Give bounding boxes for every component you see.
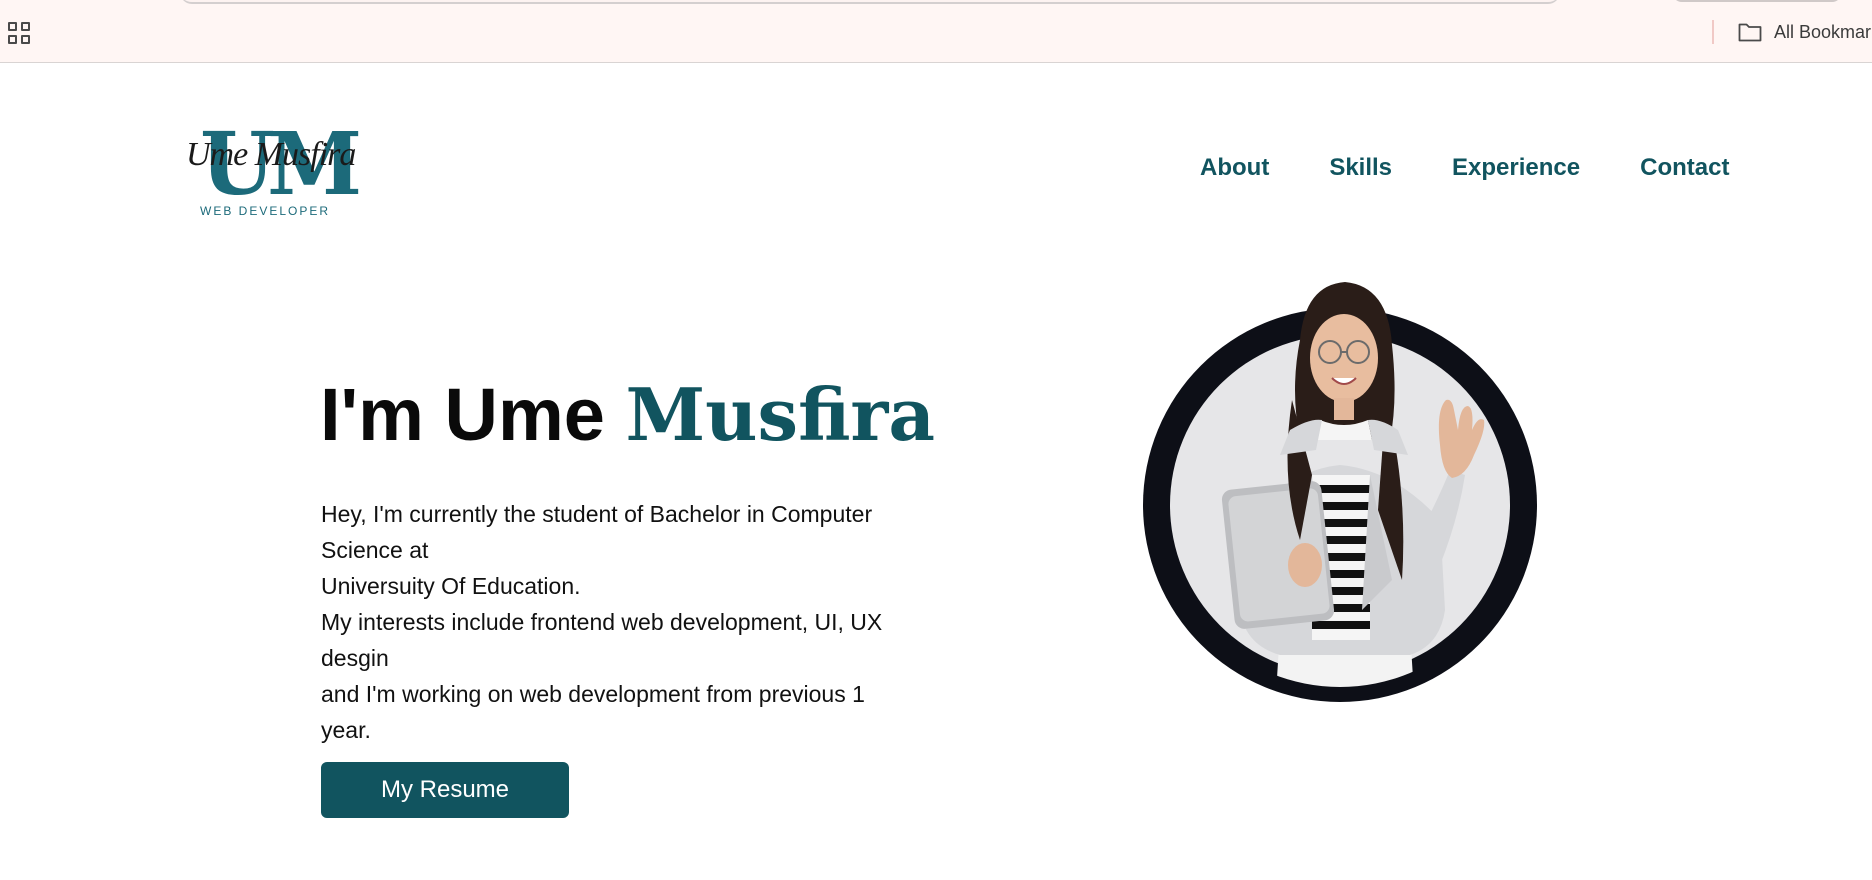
profile-button-edge[interactable] (1672, 0, 1842, 2)
intro-line: Hey, I'm currently the student of Bachel… (321, 501, 873, 563)
hero-name-accent: Musfira (625, 372, 935, 457)
all-bookmarks-button[interactable]: All Bookmar (1738, 18, 1871, 46)
nav-skills[interactable]: Skills (1329, 154, 1392, 182)
hero-intro: Hey, I'm currently the student of Bachel… (321, 496, 921, 748)
nav-about[interactable]: About (1200, 154, 1269, 182)
nav-experience[interactable]: Experience (1452, 154, 1580, 182)
intro-line: My interests include frontend web develo… (321, 609, 883, 671)
logo-tagline: WEB DEVELOPER (200, 204, 331, 218)
site-logo[interactable]: UM Ume Musfira WEB DEVELOPER (186, 122, 362, 222)
profile-photo (1143, 282, 1537, 702)
my-resume-button[interactable]: My Resume (321, 762, 569, 818)
intro-line: Universuity Of Education. (321, 573, 581, 599)
hero-greeting: I'm Ume (320, 373, 605, 456)
logo-signature: Ume Musfira (186, 136, 356, 173)
main-nav: About Skills Experience Contact (1200, 154, 1729, 182)
intro-line: and I'm working on web development from … (321, 681, 865, 743)
bookmarks-bar: All Bookmar (0, 0, 1872, 63)
all-bookmarks-label: All Bookmar (1774, 21, 1872, 42)
apps-grid-icon[interactable] (8, 22, 30, 44)
nav-contact[interactable]: Contact (1640, 154, 1729, 182)
bookmarks-divider (1712, 20, 1714, 44)
folder-icon (1738, 23, 1762, 42)
address-bar-edge[interactable] (180, 0, 1560, 4)
hero-heading: I'm Ume Musfira (320, 370, 935, 460)
